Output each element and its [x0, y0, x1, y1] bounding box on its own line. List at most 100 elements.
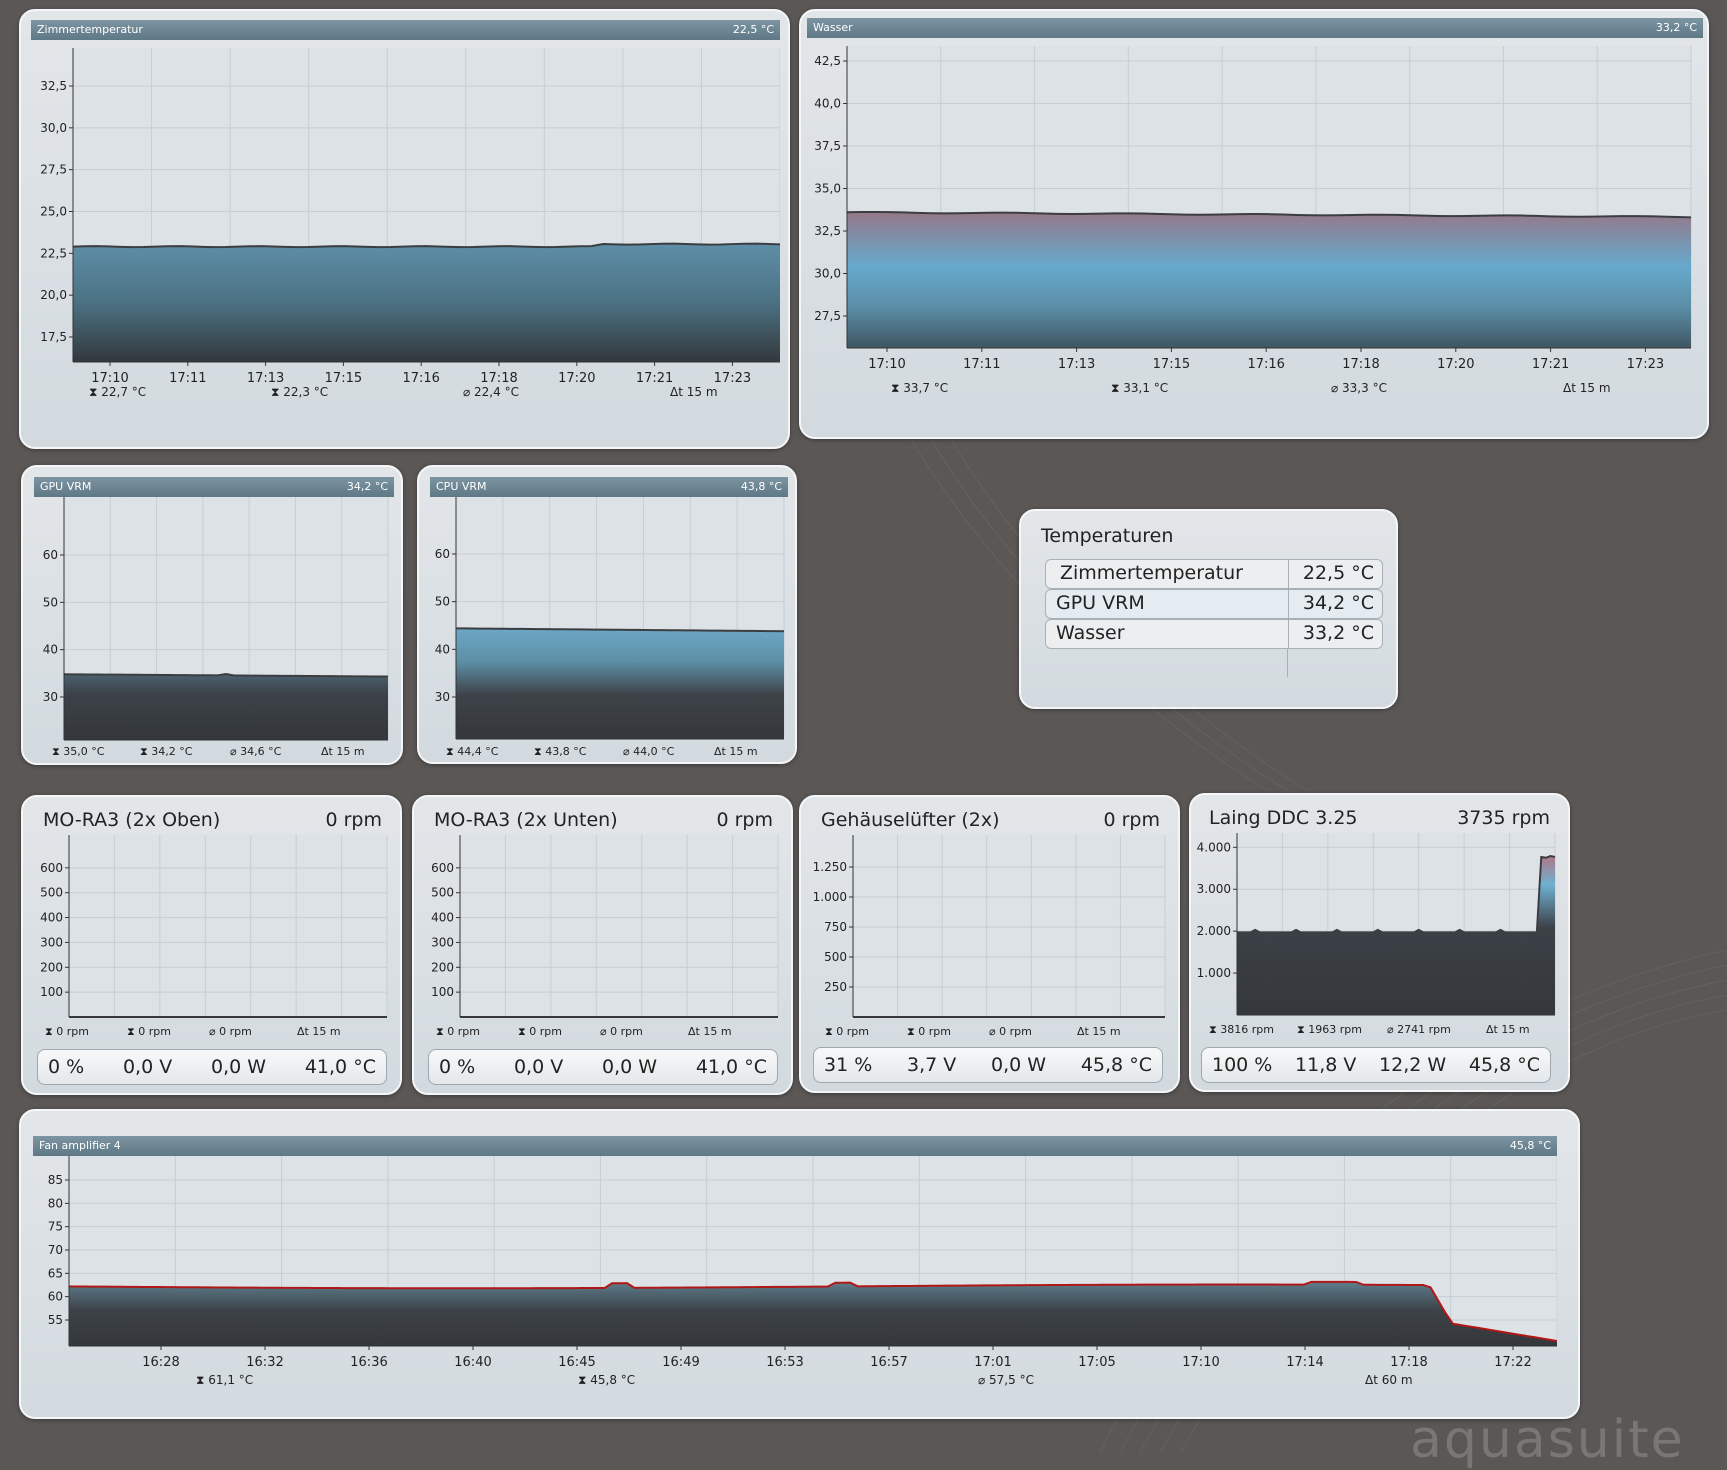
- table-row[interactable]: Zimmertemperatur 22,5 °C: [1045, 559, 1383, 589]
- stat-avg: ⌀ 0 rpm: [989, 1025, 1032, 1038]
- y-tick-label: 200: [431, 960, 454, 974]
- y-tick-label: 37,5: [814, 139, 841, 153]
- y-tick-label: 400: [40, 911, 63, 925]
- y-tick-label: 30,0: [40, 121, 67, 135]
- row-value: 22,5 °C: [1302, 562, 1374, 584]
- fan-amplifier-chart: 85 80 75 70 65 60 55 16:28 16:32 16:36 16:40 16:45 1…: [48, 1156, 1557, 1387]
- chart-header: Fan amplifier 4 45,8 °C: [33, 1136, 1557, 1156]
- fan-title: MO-RA3 (2x Oben): [43, 809, 221, 831]
- fan-percent: 31 %: [824, 1054, 873, 1076]
- stat-avg: ⌀ 57,5 °C: [978, 1373, 1034, 1387]
- x-tick-label: 17:20: [558, 371, 595, 386]
- x-tick-label: 17:15: [1153, 357, 1190, 372]
- fan-title: Laing DDC 3.25: [1209, 807, 1358, 829]
- fan-percent: 0 %: [439, 1056, 476, 1078]
- fan-percent: 0 %: [48, 1056, 85, 1078]
- chart-header: Zimmertemperatur 22,5 °C: [31, 20, 780, 40]
- fan-chart: 600 500 400 300 200 100 ⧗ 0 rpm ⧗ 0 rpm ⌀ 0 rpm Δ…: [40, 835, 388, 1038]
- y-tick-label: 300: [431, 935, 454, 949]
- x-tick-label: 16:49: [662, 1355, 699, 1370]
- y-tick-label: 32,5: [814, 224, 841, 238]
- x-tick-label: 17:22: [1494, 1355, 1531, 1370]
- stat-min: ⧗ 33,1 °C: [1111, 381, 1168, 395]
- stat-avg: ⌀ 44,0 °C: [623, 745, 675, 758]
- stat-span: Δt 15 m: [321, 745, 365, 758]
- fan-chart: 600 500 400 300 200 100 ⧗ 0 rpm ⧗ 0 rpm ⌀ 0 rpm Δ…: [431, 835, 779, 1038]
- temperaturen-panel: Temperaturen Zimmertemperatur 22,5 °C GP…: [1019, 509, 1398, 709]
- stat-avg: ⌀ 33,3 °C: [1331, 381, 1387, 395]
- y-tick-label: 200: [40, 960, 63, 974]
- y-tick-label: 65: [48, 1266, 63, 1280]
- x-tick-label: 17:15: [325, 371, 362, 386]
- y-tick-label: 85: [48, 1173, 63, 1187]
- zimmertemperatur-chart: 32,5 30,0 27,5 25,0 22,5 20,0 17,5 17:10 17:11 17…: [40, 48, 780, 399]
- y-tick-label: 40: [43, 643, 58, 657]
- x-tick-label: 17:18: [480, 371, 517, 386]
- fan-voltage: 3,7 V: [907, 1054, 957, 1076]
- temperature-table: Zimmertemperatur 22,5 °C GPU VRM 34,2 °C…: [1045, 559, 1383, 677]
- chart-title: Zimmertemperatur: [37, 23, 143, 36]
- stat-min: ⧗ 0 rpm: [127, 1025, 171, 1038]
- table-row[interactable]: Wasser 33,2 °C: [1045, 619, 1383, 649]
- y-tick-label: 600: [40, 861, 63, 875]
- chart-title: CPU VRM: [436, 480, 487, 493]
- stat-avg: ⌀ 34,6 °C: [230, 745, 282, 758]
- column-divider: [1288, 560, 1289, 588]
- y-tick-label: 500: [431, 886, 454, 900]
- y-tick-label: 20,0: [40, 288, 67, 302]
- x-tick-label: 16:53: [766, 1355, 803, 1370]
- y-tick-label: 1.000: [1197, 966, 1231, 980]
- cpu-vrm-panel: CPU VRM 43,8 °C 60 50 40 30 ⧗ 44,4 °C ⧗ 43,8 …: [417, 465, 797, 764]
- stat-min: ⧗ 43,8 °C: [534, 745, 587, 758]
- y-tick-label: 60: [435, 547, 450, 561]
- y-tick-label: 1.000: [813, 890, 847, 904]
- stat-min: ⧗ 0 rpm: [907, 1025, 951, 1038]
- stat-max: ⧗ 0 rpm: [825, 1025, 869, 1038]
- chart-current-value: 45,8 °C: [1509, 1139, 1551, 1152]
- fan-readout: 31 % 3,7 V 0,0 W 45,8 °C: [813, 1047, 1163, 1083]
- y-tick-label: 25,0: [40, 205, 67, 219]
- table-row[interactable]: GPU VRM 34,2 °C: [1045, 589, 1383, 619]
- plot-area: [460, 835, 778, 1017]
- fan-chart: 1.250 1.000 750 500 250 ⧗ 0 rpm ⧗ 0 rpm ⌀ 0 rpm…: [813, 835, 1166, 1038]
- plot-area: [69, 835, 387, 1017]
- fan-readout: 0 % 0,0 V 0,0 W 41,0 °C: [428, 1049, 778, 1085]
- gpu-vrm-chart: 60 50 40 30 ⧗ 35,0 °C ⧗ 34,2 °C ⌀ 34,6 °C Δt 15…: [43, 497, 389, 758]
- fan-percent: 100 %: [1212, 1054, 1273, 1076]
- y-tick-label: 50: [435, 595, 450, 609]
- x-tick-label: 17:01: [974, 1355, 1011, 1370]
- fan-rpm: 0 rpm: [325, 809, 382, 831]
- y-tick-label: 2.000: [1197, 924, 1231, 938]
- y-tick-label: 30: [435, 690, 450, 704]
- y-tick-label: 35,0: [814, 182, 841, 196]
- fan-power: 0,0 W: [991, 1054, 1047, 1076]
- stat-max: ⧗ 33,7 °C: [891, 381, 948, 395]
- x-tick-label: 17:13: [247, 371, 284, 386]
- y-tick-label: 300: [40, 935, 63, 949]
- row-name: Wasser: [1056, 622, 1125, 644]
- chart-title: Wasser: [813, 21, 853, 34]
- chart-header: CPU VRM 43,8 °C: [430, 477, 788, 497]
- column-divider-extension: [1045, 649, 1383, 677]
- y-tick-label: 3.000: [1197, 882, 1231, 896]
- series-area: [73, 243, 780, 362]
- x-tick-label: 17:21: [636, 371, 673, 386]
- chart-title: GPU VRM: [40, 480, 92, 493]
- gpu-vrm-panel: GPU VRM 34,2 °C 60 50 40 30 ⧗ 35,0 °C ⧗ 34,2 …: [21, 465, 403, 765]
- stat-span: Δt 15 m: [714, 745, 758, 758]
- fan-rpm: 0 rpm: [716, 809, 773, 831]
- fan-temp: 41,0 °C: [695, 1056, 767, 1078]
- y-tick-label: 100: [40, 985, 63, 999]
- fan-panel-mora-oben: MO-RA3 (2x Oben) 0 rpm 600 500 400 300 200 10…: [21, 795, 402, 1095]
- wasser-chart: 42,5 40,0 37,5 35,0 32,5 30,0 27,5 17:10 17:11 17…: [814, 46, 1692, 395]
- y-tick-label: 60: [43, 548, 58, 562]
- stat-max: ⧗ 44,4 °C: [446, 745, 499, 758]
- x-tick-label: 17:10: [868, 357, 905, 372]
- x-tick-label: 17:23: [714, 371, 751, 386]
- fan-title: Gehäuselüfter (2x): [821, 809, 1000, 831]
- chart-current-value: 22,5 °C: [732, 23, 774, 36]
- x-tick-label: 17:14: [1286, 1355, 1323, 1370]
- stat-min: ⧗ 0 rpm: [518, 1025, 562, 1038]
- aquasuite-logo: aquasuite: [1410, 1410, 1685, 1470]
- stat-max: ⧗ 3816 rpm: [1209, 1023, 1274, 1036]
